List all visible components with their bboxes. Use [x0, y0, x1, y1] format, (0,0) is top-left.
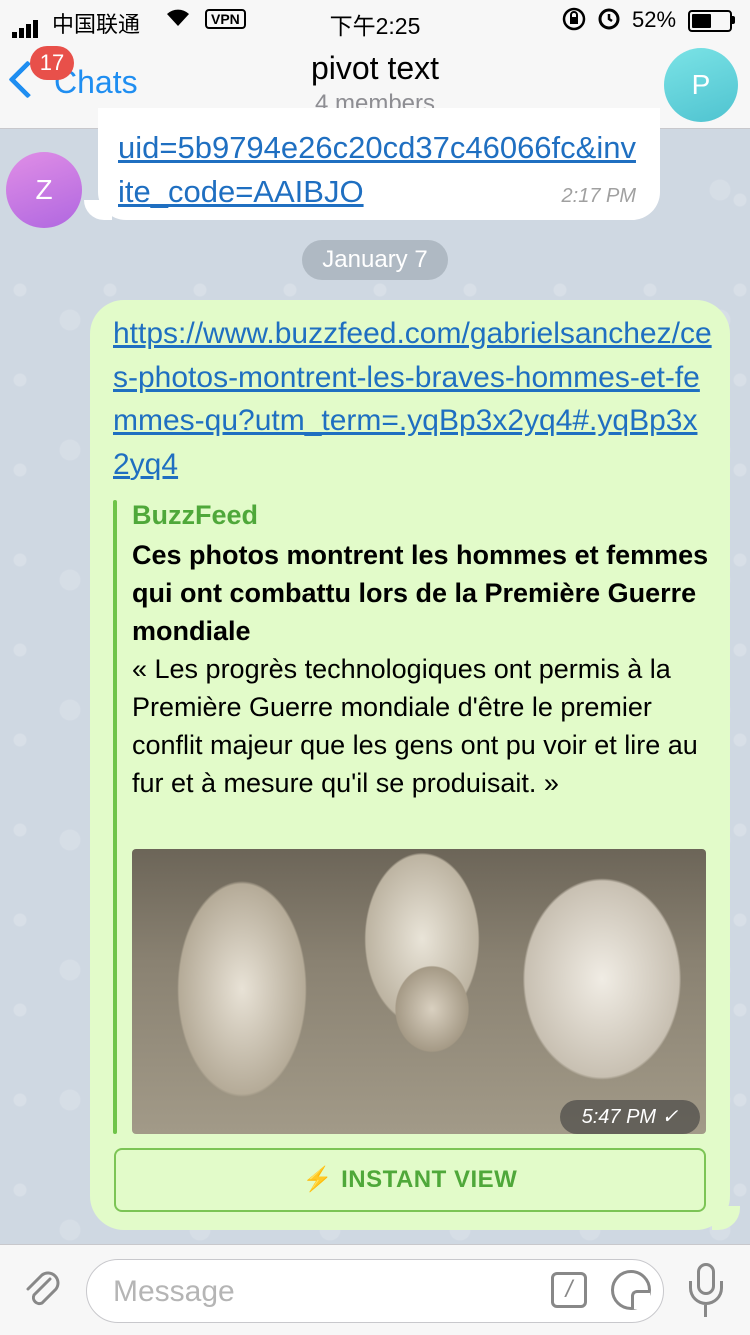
outgoing-message-bubble[interactable]: https://www.buzzfeed.com/gabrielsanchez/… — [90, 300, 730, 1230]
message-input-bar: / — [0, 1244, 750, 1335]
battery-tip — [732, 16, 735, 24]
incoming-message-link[interactable]: uid=5b9794e26c20cd37c46066fc&invite_code… — [118, 126, 638, 214]
sender-avatar[interactable]: Z — [6, 152, 82, 228]
link-preview-site-name: BuzzFeed — [132, 500, 259, 530]
message-field[interactable]: / — [86, 1259, 664, 1324]
commands-icon[interactable]: / — [551, 1272, 587, 1308]
microphone-icon[interactable] — [688, 1263, 724, 1319]
outgoing-message-time-badge: 5:47 PM ✓ — [560, 1100, 700, 1134]
alarm-icon — [596, 5, 622, 37]
message-input[interactable] — [111, 1260, 535, 1324]
battery-icon — [688, 10, 732, 32]
outgoing-message-link[interactable]: https://www.buzzfeed.com/gabrielsanchez/… — [113, 312, 713, 486]
sticker-icon[interactable] — [611, 1270, 651, 1310]
link-preview-title: Ces photos montrent les hommes et femmes… — [132, 540, 709, 646]
date-separator: January 7 — [302, 240, 448, 280]
bolt-icon: ⚡ — [302, 1166, 334, 1193]
paperclip-icon[interactable] — [20, 1267, 64, 1311]
instant-view-label: INSTANT VIEW — [341, 1166, 518, 1193]
group-avatar[interactable]: P — [664, 48, 738, 122]
outgoing-message-time: 5:47 PM — [581, 1106, 657, 1128]
link-preview-image[interactable] — [132, 849, 706, 1134]
chat-title[interactable]: pivot text — [0, 50, 750, 87]
incoming-message-bubble[interactable]: uid=5b9794e26c20cd37c46066fc&invite_code… — [98, 108, 660, 220]
link-preview-description: « Les progrès technologiques ont permis … — [132, 654, 698, 798]
instant-view-button[interactable]: ⚡ INSTANT VIEW — [114, 1148, 706, 1212]
status-bar: 中国联通 VPN 下午2:25 52% — [0, 0, 750, 40]
battery-percent: 52% — [632, 7, 677, 32]
lock-rotation-icon — [561, 6, 587, 38]
link-preview-accent-bar — [113, 500, 117, 1134]
battery-level-fill — [692, 14, 711, 28]
read-check-icon: ✓ — [661, 1106, 679, 1128]
incoming-message-time: 2:17 PM — [561, 185, 636, 207]
